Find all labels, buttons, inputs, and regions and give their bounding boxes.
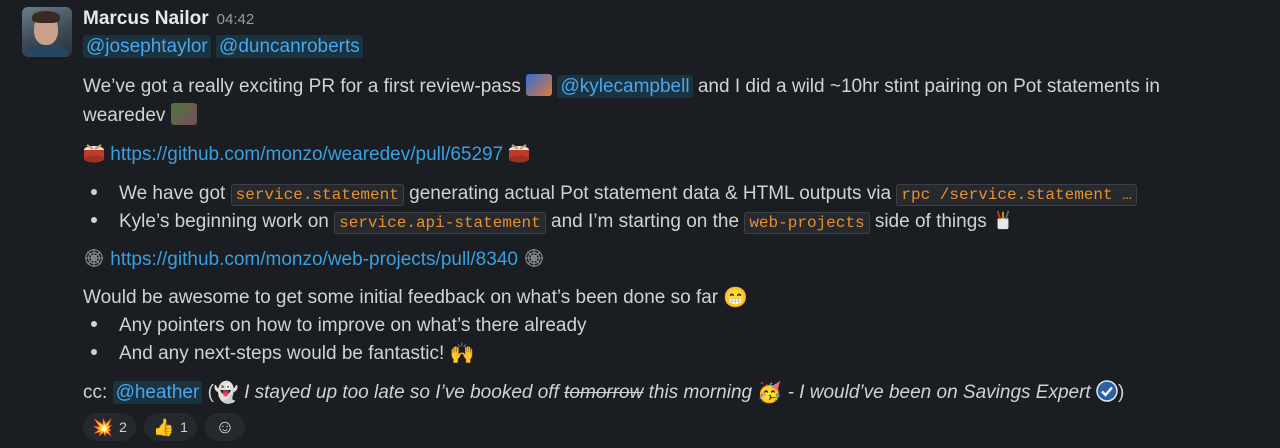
mention-heather[interactable]: @heather xyxy=(112,381,203,404)
wearedev-emoji-icon xyxy=(170,102,197,125)
text: And any next-steps would be fantastic! xyxy=(119,343,445,364)
text: wearedev xyxy=(83,105,166,126)
text: Would be awesome to get some initial fee… xyxy=(83,287,719,308)
kyle-avatar-emoji-icon xyxy=(526,73,553,96)
mention-josephtaylor[interactable]: @josephtaylor xyxy=(83,35,211,58)
message: Marcus Nailor 04:42 @josephtaylor @duncan… xyxy=(0,0,1280,448)
text: I stayed up too late so I’ve booked off xyxy=(244,382,559,403)
mention-duncanroberts[interactable]: @duncanroberts xyxy=(216,35,363,58)
text: and I did a wild ~10hr stint pairing on … xyxy=(697,76,1160,97)
add-reaction-icon: ☺ xyxy=(215,416,235,438)
grinning-face-icon: 😁 xyxy=(723,286,749,309)
add-reaction-button[interactable]: ☺ xyxy=(204,413,245,441)
text: generating actual Pot statement data & H… xyxy=(409,183,892,204)
text: and I’m starting on the xyxy=(551,211,740,232)
mention-kylecampbell[interactable]: @kylecampbell xyxy=(557,75,693,98)
link-line-2: https://github.com/monzo/web-projects/pu… xyxy=(83,246,545,274)
text: side of things xyxy=(874,211,987,232)
strikethrough-text: tomorrow xyxy=(564,382,644,403)
inline-code: service.statement xyxy=(230,184,404,206)
link-line-1: https://github.com/monzo/wearedev/pull/6… xyxy=(83,141,530,169)
pull-request-link-web-projects[interactable]: https://github.com/monzo/web-projects/pu… xyxy=(110,249,518,270)
drum-icon xyxy=(84,144,104,163)
text: - I would’ve been on Savings Expert xyxy=(787,382,1091,403)
spider-web-icon xyxy=(525,248,544,268)
message-header: Marcus Nailor 04:42 xyxy=(83,5,254,34)
mentions-line: @josephtaylor @duncanroberts xyxy=(83,33,363,61)
paragraph-1: We’ve got a really exciting PR for a fir… xyxy=(83,73,1160,101)
timestamp[interactable]: 04:42 xyxy=(217,11,255,28)
paren: ) xyxy=(1117,382,1125,403)
list-item: Any pointers on how to improve on what’s… xyxy=(91,312,587,340)
text: Any pointers on how to improve on what’s… xyxy=(119,315,587,336)
avatar[interactable] xyxy=(22,7,72,57)
ghost-icon: 👻 xyxy=(213,381,239,404)
tools-emoji-icon xyxy=(996,210,1010,230)
inline-code: web-projects xyxy=(744,212,870,234)
author-name[interactable]: Marcus Nailor xyxy=(83,8,209,29)
reaction-count: 2 xyxy=(119,419,127,435)
check-badge-icon xyxy=(1096,380,1118,402)
list-item: We have got service.statement generating… xyxy=(91,180,1137,209)
raised-hands-icon: 🙌 xyxy=(449,342,475,365)
thumbs-up-icon: 👍 xyxy=(152,417,175,437)
cc-line: cc: @heather (👻 I stayed up too late so … xyxy=(83,379,1124,407)
pull-request-link-wearedev[interactable]: https://github.com/monzo/wearedev/pull/6… xyxy=(110,144,503,165)
list-item: Kyle’s beginning work on service.api-sta… xyxy=(91,208,1014,237)
reaction-thumbs-up[interactable]: 👍 1 xyxy=(143,413,197,441)
reaction-count: 1 xyxy=(180,419,188,435)
spider-web-icon xyxy=(84,248,104,268)
text: Kyle’s beginning work on xyxy=(119,211,329,232)
drum-icon xyxy=(509,144,530,163)
paragraph-2: Would be awesome to get some initial fee… xyxy=(83,284,748,312)
paragraph-1-cont: wearedev xyxy=(83,102,197,130)
list-item: And any next-steps would be fantastic! 🙌 xyxy=(91,340,475,368)
reaction-collision[interactable]: 💥 2 xyxy=(83,413,136,441)
text: this morning xyxy=(648,382,753,403)
reactions-bar: 💥 2 👍 1 ☺ xyxy=(83,413,245,441)
inline-code: rpc /service.statement … xyxy=(896,184,1137,206)
collision-icon: 💥 xyxy=(92,417,114,437)
text: We’ve got a really exciting PR for a fir… xyxy=(83,76,521,97)
inline-code: service.api-statement xyxy=(334,212,546,234)
text: We have got xyxy=(119,183,226,204)
cc-label: cc: xyxy=(83,382,108,403)
partying-face-icon: 🥳 xyxy=(757,381,783,404)
